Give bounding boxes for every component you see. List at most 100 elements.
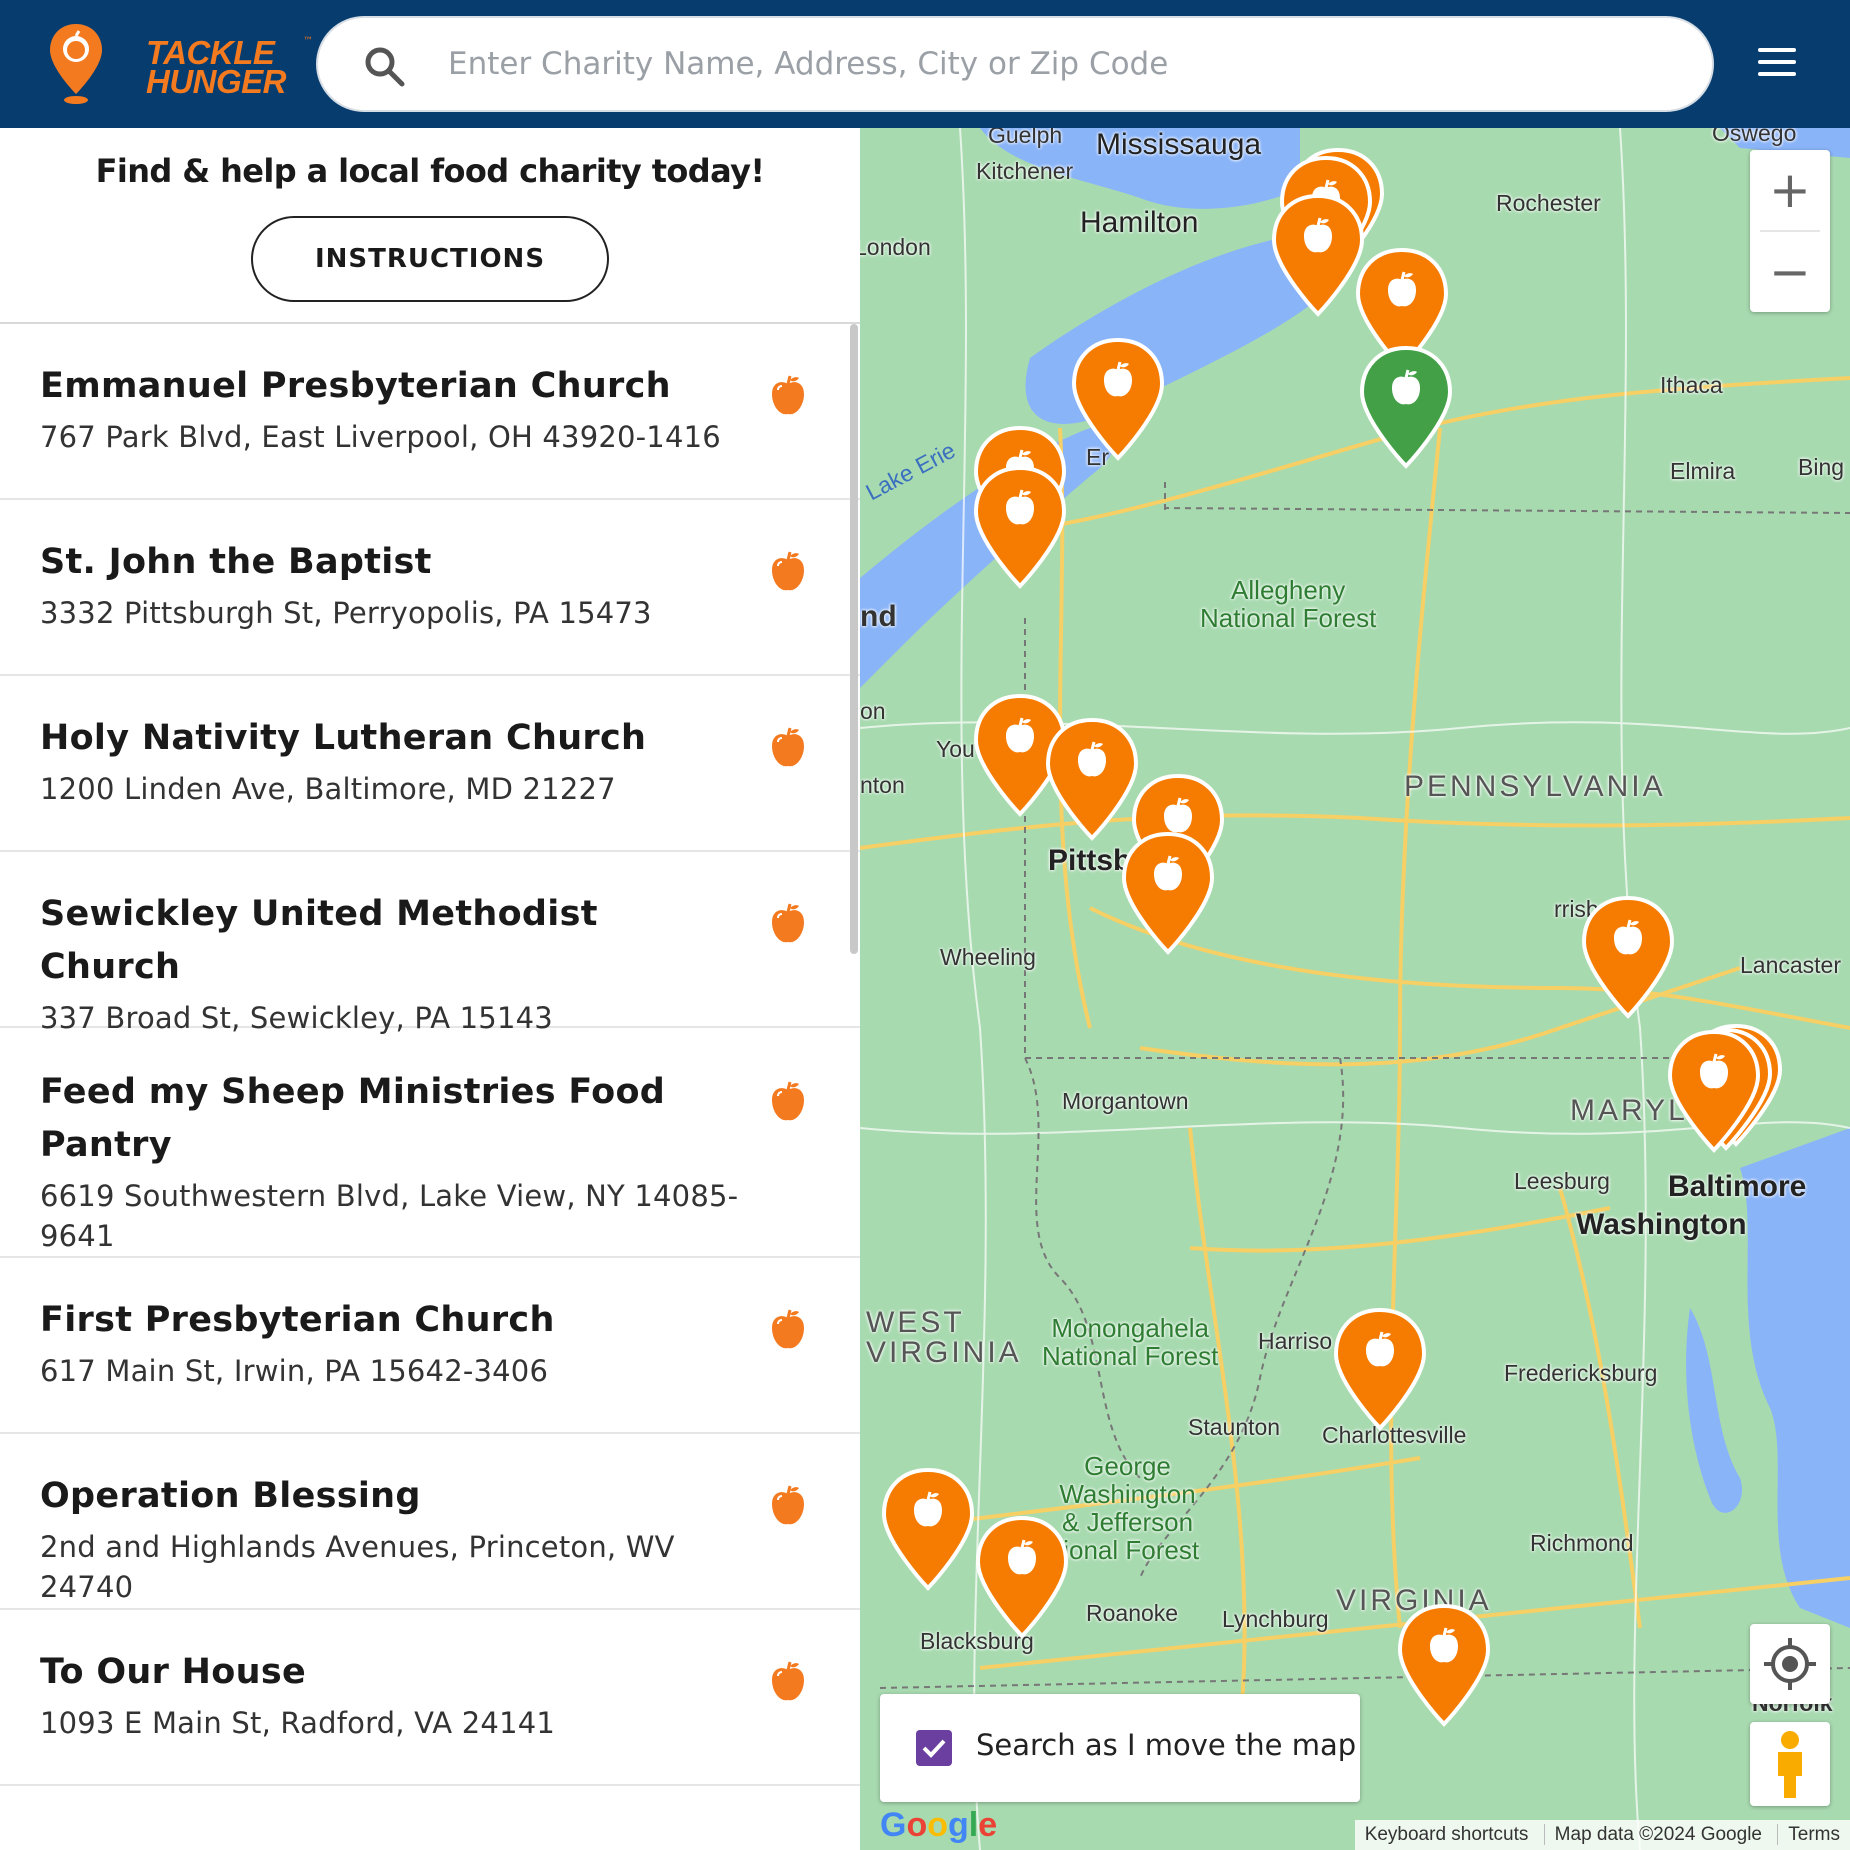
map-pin-orange[interactable] — [1396, 1602, 1492, 1732]
map-label-guelph: Guelph — [988, 128, 1063, 148]
hamburger-menu-icon[interactable] — [1758, 48, 1796, 78]
map-label-youngstown: You — [936, 736, 975, 762]
keyboard-shortcuts-link[interactable]: Keyboard shortcuts — [1355, 1824, 1539, 1845]
apple-icon — [772, 1309, 804, 1349]
map-label-leesburg: Leesburg — [1514, 1168, 1610, 1194]
map-label-pennsylvania: PENNSYLVANIA — [1404, 770, 1666, 803]
street-view-pegman[interactable] — [1750, 1722, 1830, 1806]
list-item[interactable]: Emmanuel Presbyterian Church 767 Park Bl… — [0, 324, 860, 500]
my-location-button[interactable] — [1750, 1624, 1830, 1704]
map-label-allegheny-forest: Allegheny National Forest — [1200, 575, 1377, 633]
apple-icon — [772, 1081, 804, 1121]
panel-header: Find & help a local food charity today! … — [0, 128, 860, 324]
map-pin-orange[interactable] — [1270, 192, 1366, 322]
map-label-wheeling: Wheeling — [940, 944, 1036, 970]
charity-name[interactable]: St. John the Baptist — [40, 536, 740, 589]
list-item[interactable]: To Our House 1093 E Main St, Radford, VA… — [0, 1610, 860, 1786]
charity-address: 1200 Linden Ave, Baltimore, MD 21227 — [40, 772, 616, 806]
map-view[interactable]: Guelph Mississauga Kitchener Hamilton Lo… — [860, 128, 1850, 1850]
charity-address: 3332 Pittsburgh St, Perryopolis, PA 1547… — [40, 596, 652, 630]
map-pin-orange[interactable] — [1580, 894, 1676, 1024]
charity-list: Emmanuel Presbyterian Church 767 Park Bl… — [0, 324, 860, 1786]
map-label-richmond: Richmond — [1530, 1530, 1634, 1556]
pegman-icon — [1778, 1731, 1802, 1798]
apple-icon — [772, 727, 804, 767]
charity-name[interactable]: Emmanuel Presbyterian Church — [40, 360, 740, 413]
map-label-cleveland: nd — [860, 600, 897, 633]
logo-trademark: ™ — [303, 36, 313, 47]
apple-icon — [772, 1661, 804, 1701]
map-pin-orange[interactable] — [1044, 716, 1140, 846]
zoom-control: + − — [1750, 150, 1830, 312]
search-input[interactable] — [448, 18, 1678, 110]
search-icon[interactable] — [362, 44, 406, 88]
apple-icon — [772, 551, 804, 591]
map-label-columbus: on — [860, 698, 886, 724]
google-logo[interactable]: Google — [880, 1806, 997, 1845]
map-label-pittsburgh: Pittsb — [1048, 844, 1132, 877]
charity-name[interactable]: To Our House — [40, 1646, 740, 1699]
map-pin-orange[interactable] — [1666, 1028, 1762, 1158]
map-label-gw-forest: George Washington & Jefferson tional For… — [1056, 1451, 1200, 1565]
tackle-hunger-logo[interactable]: TACKLE HUNGER ™ — [46, 22, 313, 106]
map-pin-orange[interactable] — [972, 464, 1068, 594]
crosshair-icon — [1764, 1638, 1816, 1690]
map-label-washington: Washington — [1576, 1208, 1747, 1241]
map-pin-orange[interactable] — [880, 1466, 976, 1596]
map-label-west-virginia: WEST VIRGINIA — [866, 1306, 1022, 1369]
map-label-rochester: Rochester — [1496, 190, 1601, 216]
tagline: Find & help a local food charity today! — [95, 152, 765, 190]
charity-name[interactable]: Operation Blessing — [40, 1470, 740, 1523]
list-item[interactable]: Holy Nativity Lutheran Church 1200 Linde… — [0, 676, 860, 852]
zoom-in-button[interactable]: + — [1750, 150, 1830, 230]
map-label-roanoke: Roanoke — [1086, 1600, 1179, 1626]
map-pin-orange[interactable] — [1332, 1306, 1428, 1436]
terms-link[interactable]: Terms — [1777, 1824, 1850, 1845]
map-pin-orange[interactable] — [1120, 830, 1216, 960]
list-scrollbar[interactable] — [850, 324, 858, 954]
charity-name[interactable]: Holy Nativity Lutheran Church — [40, 712, 740, 765]
charity-address: 1093 E Main St, Radford, VA 24141 — [40, 1706, 556, 1740]
map-label-monongahela-forest: Monongahela National Forest — [1042, 1313, 1219, 1371]
list-item[interactable]: St. John the Baptist 3332 Pittsburgh St,… — [0, 500, 860, 676]
list-item[interactable]: Feed my Sheep Ministries Food Pantry 661… — [0, 1028, 860, 1258]
map-pin-orange[interactable] — [1070, 336, 1166, 466]
zoom-out-button[interactable]: − — [1750, 232, 1830, 312]
list-item[interactable]: Operation Blessing 2nd and Highlands Ave… — [0, 1434, 860, 1610]
map-attribution: Keyboard shortcuts Map data ©2024 Google… — [1354, 1820, 1850, 1850]
map-label-staunton: Staunton — [1188, 1414, 1281, 1440]
map-pin-green[interactable] — [1358, 344, 1454, 474]
search-bar[interactable] — [316, 16, 1714, 112]
map-label-canton: nton — [860, 772, 905, 798]
list-item[interactable]: First Presbyterian Church 617 Main St, I… — [0, 1258, 860, 1434]
apple-icon — [772, 1485, 804, 1525]
charity-list-panel: Find & help a local food charity today! … — [0, 128, 860, 1850]
map-label-lynchburg: Lynchburg — [1222, 1606, 1329, 1632]
list-item[interactable]: Sewickley United Methodist Church 337 Br… — [0, 852, 860, 1035]
search-as-move-label: Search as I move the map — [976, 1728, 1357, 1762]
map-label-baltimore: Baltimore — [1668, 1170, 1807, 1203]
map-label-harrisonburg: Harriso — [1258, 1328, 1333, 1354]
map-label-kitchener: Kitchener — [976, 158, 1074, 184]
instructions-button[interactable]: INSTRUCTIONS — [251, 216, 609, 302]
charity-address: 767 Park Blvd, East Liverpool, OH 43920-… — [40, 420, 721, 454]
map-label-lancaster: Lancaster — [1740, 952, 1842, 978]
charity-name[interactable]: Feed my Sheep Ministries Food Pantry — [40, 1066, 740, 1172]
map-label-binghamton: Bing — [1798, 454, 1845, 480]
map-label-morgantown: Morgantown — [1062, 1088, 1189, 1114]
apple-icon — [772, 375, 804, 415]
map-label-elmira: Elmira — [1670, 458, 1736, 484]
search-as-move-toggle[interactable]: Search as I move the map — [880, 1694, 1360, 1802]
top-header: TACKLE HUNGER ™ — [0, 0, 1850, 128]
checkbox-checked[interactable] — [916, 1730, 952, 1766]
map-label-london: London — [860, 234, 931, 260]
map-pin-orange[interactable] — [974, 1514, 1070, 1644]
charity-name[interactable]: First Presbyterian Church — [40, 1294, 740, 1347]
charity-address: 2nd and Highlands Avenues, Princeton, WV… — [40, 1530, 675, 1604]
charity-name[interactable]: Sewickley United Methodist Church — [40, 888, 740, 994]
map-label-fredericksburg: Fredericksburg — [1504, 1360, 1658, 1386]
map-label-mississauga: Mississauga — [1096, 128, 1262, 161]
map-data-text: Map data ©2024 Google — [1543, 1824, 1772, 1845]
charity-address: 617 Main St, Irwin, PA 15642-3406 — [40, 1354, 549, 1388]
apple-icon — [772, 903, 804, 943]
